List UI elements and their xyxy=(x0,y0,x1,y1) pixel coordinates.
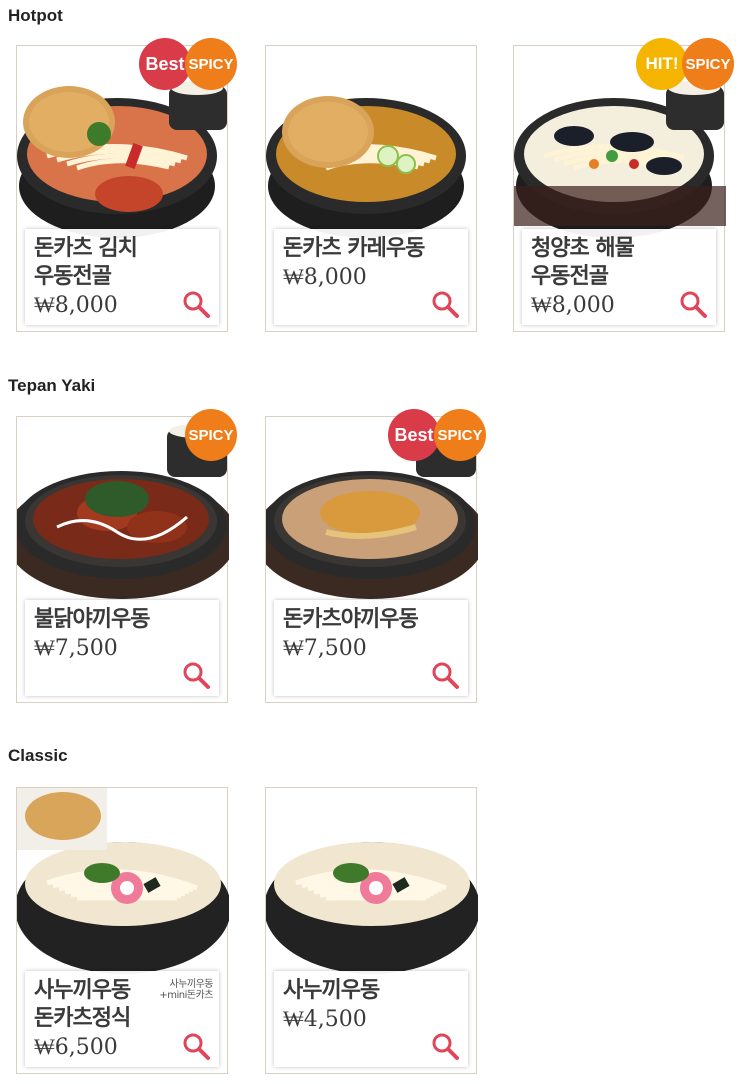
magnifier-icon[interactable] xyxy=(430,289,460,319)
section-title-hotpot: Hotpot xyxy=(8,6,63,25)
spicy-badge: SPICY xyxy=(682,38,734,90)
magnifier-icon[interactable] xyxy=(678,289,708,319)
menu-name: 돈카츠 김치 우동전골 xyxy=(34,236,138,289)
menu-name: 사누끼우동 xyxy=(283,978,380,1003)
menu-name: 돈카츠 카레우동 xyxy=(283,236,425,261)
menu-info: 돈카츠 김치 우동전골 ₩8,000 xyxy=(25,229,219,325)
hit-badge: HIT! xyxy=(636,38,688,90)
menu-name: 불닭야끼우동 xyxy=(34,607,150,632)
menu-card[interactable]: 사누끼우동 돈카츠정식 사누끼우동 +mini돈카츠 ₩6,500 xyxy=(15,787,231,1074)
magnifier-icon[interactable] xyxy=(181,289,211,319)
menu-card[interactable]: 돈카츠 카레우동 ₩8,000 xyxy=(265,45,477,332)
spicy-badge: SPICY xyxy=(185,409,237,461)
menu-info: 사누끼우동 돈카츠정식 사누끼우동 +mini돈카츠 ₩6,500 xyxy=(25,971,219,1067)
menu-info: 돈카츠야끼우동 ₩7,500 xyxy=(274,600,468,696)
section-title-tepan-yaki: Tepan Yaki xyxy=(8,376,96,395)
menu-card[interactable]: HIT! SPICY 청양초 해물 우동전골 ₩8,000 xyxy=(506,38,734,332)
menu-sub-label: 사누끼우동 +mini돈카츠 xyxy=(159,979,213,1001)
menu-info: 돈카츠 카레우동 ₩8,000 xyxy=(274,229,468,325)
menu-info: 사누끼우동 ₩4,500 xyxy=(274,971,468,1067)
magnifier-icon[interactable] xyxy=(430,660,460,690)
menu-card[interactable]: Best SPICY 돈카츠야끼우동 ₩7,500 xyxy=(254,409,486,703)
spicy-badge: SPICY xyxy=(185,38,237,90)
section-title-classic: Classic xyxy=(8,746,68,765)
best-badge: Best xyxy=(139,38,191,90)
menu-name: 돈카츠야끼우동 xyxy=(283,607,419,632)
menu-name: 청양초 해물 우동전골 xyxy=(531,236,635,289)
menu-info: 불닭야끼우동 ₩7,500 xyxy=(25,600,219,696)
magnifier-icon[interactable] xyxy=(181,660,211,690)
badge-group: SPICY xyxy=(185,409,237,461)
menu-info: 청양초 해물 우동전골 ₩8,000 xyxy=(522,229,716,325)
badge-group: HIT! SPICY xyxy=(636,38,734,90)
menu-card[interactable]: 사누끼우동 ₩4,500 xyxy=(264,787,480,1074)
best-badge: Best xyxy=(388,409,440,461)
menu-card[interactable]: SPICY 불닭야끼우동 ₩7,500 xyxy=(5,409,237,703)
magnifier-icon[interactable] xyxy=(430,1031,460,1061)
spicy-badge: SPICY xyxy=(434,409,486,461)
badge-group: Best SPICY xyxy=(388,409,486,461)
menu-card[interactable]: Best SPICY 돈카츠 김치 우동전골 ₩8,000 xyxy=(16,38,237,332)
magnifier-icon[interactable] xyxy=(181,1031,211,1061)
badge-group: Best SPICY xyxy=(139,38,237,90)
